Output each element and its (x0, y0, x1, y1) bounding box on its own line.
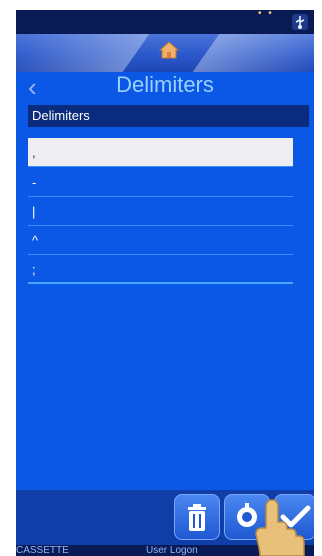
status-bar: • • (16, 10, 314, 34)
list-item[interactable]: - (28, 168, 293, 197)
home-bar[interactable] (16, 34, 314, 72)
list-item[interactable]: ^ (28, 226, 293, 255)
delete-button[interactable] (174, 494, 220, 540)
trash-icon (188, 504, 206, 531)
home-icon[interactable] (158, 39, 180, 61)
footer-left-text: CASSETTE (16, 545, 69, 556)
list-header: Delimiters (28, 105, 309, 127)
pointer-hand-icon (255, 499, 305, 556)
list-item[interactable]: ; (28, 255, 293, 284)
list-header-label: Delimiters (32, 108, 90, 123)
list-item-label: ; (32, 262, 36, 277)
list-item[interactable]: , (28, 138, 293, 167)
status-indicator-icon: • • (258, 10, 274, 19)
page-title: Delimiters (116, 72, 214, 97)
usb-icon (292, 14, 308, 30)
footer-middle-text: User Logon (146, 545, 198, 556)
list-item-label: , (32, 145, 36, 160)
list-item-label: - (32, 175, 37, 190)
list-item-label: ^ (32, 233, 39, 248)
list-item-label: | (32, 204, 36, 219)
device-screen: • • ‹ Delimiters Delimiters , - | ^ ; CA… (16, 10, 314, 556)
title-bar: ‹ Delimiters (16, 72, 314, 104)
list-item[interactable]: | (28, 197, 293, 226)
